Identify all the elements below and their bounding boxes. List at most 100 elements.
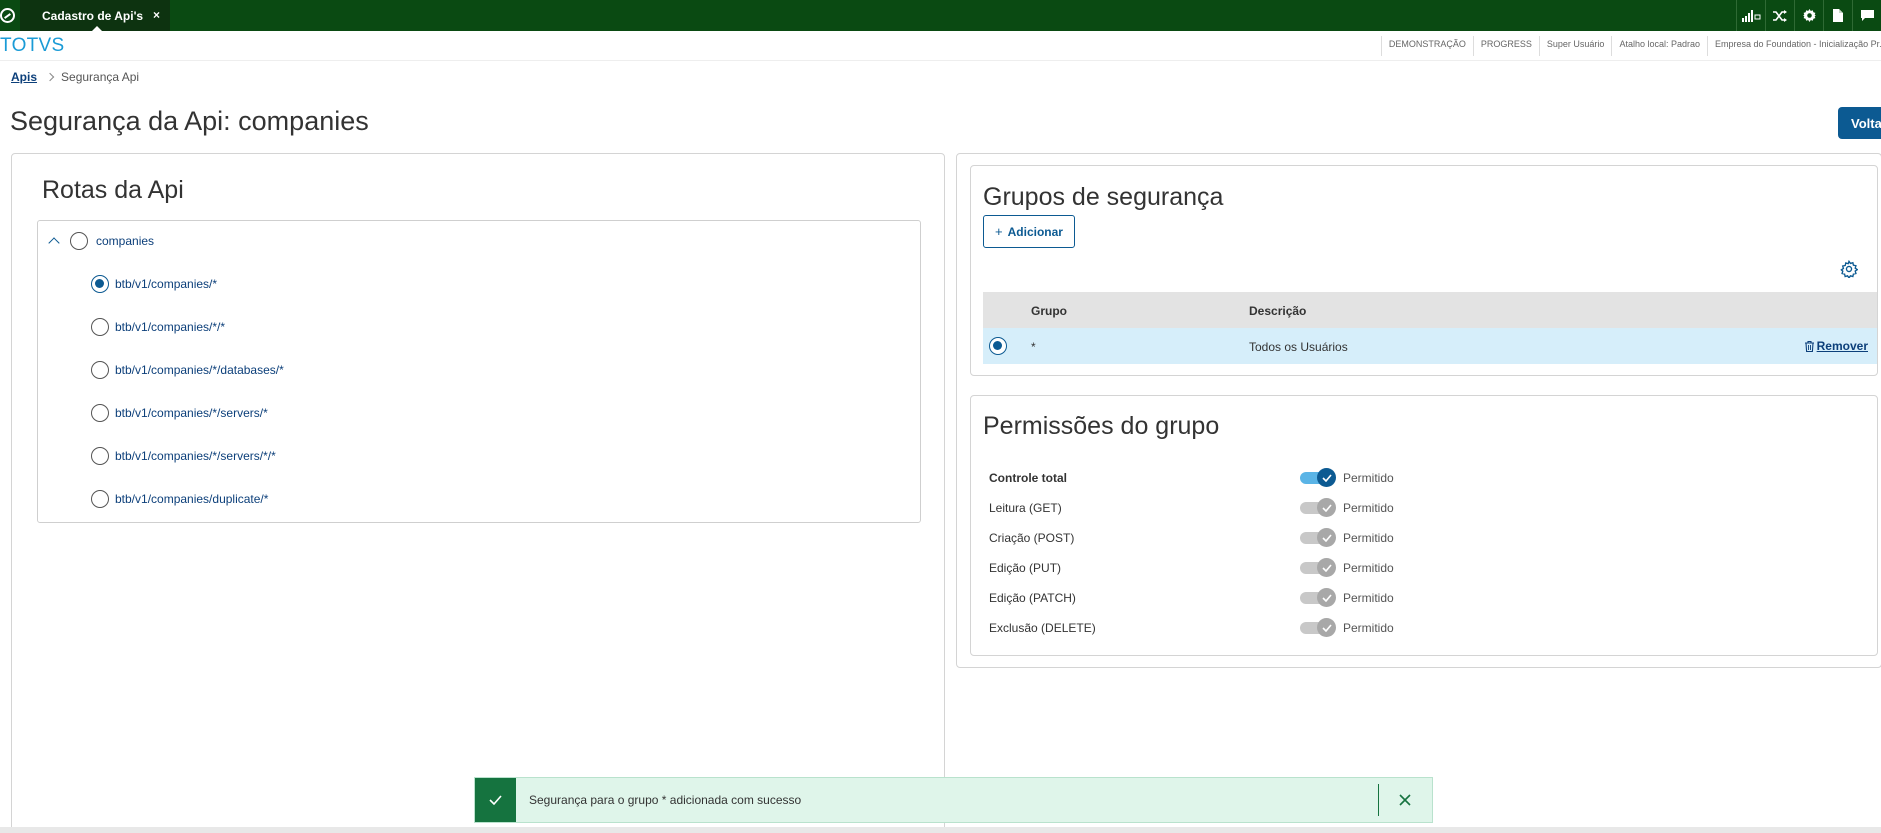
breadcrumb-link-apis[interactable]: Apis — [11, 70, 37, 84]
top-bar: Cadastro de Api's × — [0, 0, 1881, 31]
bottom-scrollbar[interactable] — [0, 827, 1881, 833]
success-check-icon — [475, 778, 516, 822]
tree-node-label[interactable]: companies — [96, 234, 154, 248]
check-icon — [1317, 468, 1336, 487]
permission-label: Edição (PATCH) — [989, 591, 1076, 605]
tab-label: Cadastro de Api's — [42, 9, 144, 23]
context-item-company[interactable]: Empresa do Foundation - Inicialização Pr… — [1707, 36, 1881, 56]
remove-label: Remover — [1816, 339, 1868, 353]
permission-toggle[interactable] — [1300, 558, 1336, 578]
permission-label: Exclusão (DELETE) — [989, 621, 1096, 635]
document-icon[interactable] — [1823, 0, 1852, 31]
permission-row-criacao: Criação (POST) Permitido — [989, 528, 1869, 548]
trash-icon — [1804, 340, 1814, 352]
column-header-grupo[interactable]: Grupo — [1031, 304, 1067, 318]
breadcrumb: Apis Segurança Api — [11, 70, 139, 84]
breadcrumb-chevron-icon — [45, 72, 55, 82]
route-label[interactable]: btb/v1/companies/duplicate/* — [115, 492, 268, 506]
routes-panel: Rotas da Api companies btb/v1/companies/… — [11, 153, 945, 833]
check-icon — [1317, 618, 1336, 637]
routes-title: Rotas da Api — [42, 176, 184, 204]
route-radio[interactable] — [91, 447, 109, 465]
permission-label: Leitura (GET) — [989, 501, 1062, 515]
gear-icon[interactable] — [1794, 0, 1823, 31]
permission-toggle[interactable] — [1300, 618, 1336, 638]
route-item[interactable]: btb/v1/companies/*/servers/* — [91, 403, 268, 423]
route-radio[interactable] — [91, 275, 109, 293]
row-select-radio[interactable] — [989, 337, 1007, 355]
chevron-up-icon[interactable] — [48, 237, 60, 249]
route-radio[interactable] — [91, 361, 109, 379]
page-title: Segurança da Api: companies — [10, 106, 369, 136]
route-label[interactable]: btb/v1/companies/* — [115, 277, 217, 291]
close-icon[interactable] — [1397, 792, 1413, 808]
groups-panel: Grupos de segurança + Adicionar Grupo De… — [970, 165, 1878, 376]
context-item-environment[interactable]: DEMONSTRAÇÃO — [1380, 36, 1473, 56]
header-divider — [0, 60, 1881, 61]
permission-status: Permitido — [1343, 531, 1394, 545]
permission-row-controle-total: Controle total Permitido — [989, 468, 1869, 488]
permission-label: Edição (PUT) — [989, 561, 1062, 575]
check-icon — [1317, 558, 1336, 577]
route-radio[interactable] — [91, 490, 109, 508]
permission-status: Permitido — [1343, 501, 1394, 515]
route-item[interactable]: btb/v1/companies/* — [91, 274, 217, 294]
permissions-title: Permissões do grupo — [983, 412, 1220, 440]
context-item-user[interactable]: Super Usuário — [1538, 36, 1612, 56]
permission-toggle[interactable] — [1300, 498, 1336, 518]
tree-node-companies: companies — [48, 231, 154, 251]
cell-grupo: * — [1031, 340, 1036, 354]
routes-tree: companies btb/v1/companies/* btb/v1/comp… — [37, 220, 921, 523]
permission-row-edicao-put: Edição (PUT) Permitido — [989, 558, 1869, 578]
permission-row-edicao-patch: Edição (PATCH) Permitido — [989, 588, 1869, 608]
tab-cadastro-apis[interactable]: Cadastro de Api's × — [20, 0, 170, 31]
app-logo-icon[interactable] — [0, 8, 15, 23]
tab-close-icon[interactable]: × — [153, 8, 160, 22]
check-icon — [1317, 528, 1336, 547]
permission-label: Controle total — [989, 471, 1067, 485]
route-item[interactable]: btb/v1/companies/*/* — [91, 317, 225, 337]
route-item[interactable]: btb/v1/companies/duplicate/* — [91, 489, 268, 509]
toast-divider — [1378, 784, 1379, 816]
check-icon — [1317, 588, 1336, 607]
groups-title: Grupos de segurança — [983, 183, 1224, 211]
route-radio-companies[interactable] — [70, 232, 88, 250]
signal-icon[interactable] — [1736, 0, 1765, 31]
permission-toggle[interactable] — [1300, 468, 1336, 488]
permission-row-exclusao: Exclusão (DELETE) Permitido — [989, 618, 1869, 638]
shuffle-icon[interactable] — [1765, 0, 1794, 31]
permission-status: Permitido — [1343, 591, 1394, 605]
add-group-label: Adicionar — [1007, 224, 1063, 239]
route-item[interactable]: btb/v1/companies/*/servers/*/* — [91, 446, 276, 466]
breadcrumb-current: Segurança Api — [61, 70, 140, 84]
chat-icon[interactable] — [1852, 0, 1881, 31]
permission-toggle[interactable] — [1300, 528, 1336, 548]
table-settings-gear-icon[interactable] — [1840, 259, 1859, 280]
table-row[interactable]: * Todos os Usuários Remover — [983, 328, 1877, 364]
route-label[interactable]: btb/v1/companies/*/databases/* — [115, 363, 284, 377]
route-radio[interactable] — [91, 404, 109, 422]
permission-row-leitura: Leitura (GET) Permitido — [989, 498, 1869, 518]
back-button[interactable]: Voltar — [1838, 107, 1881, 139]
permission-status: Permitido — [1343, 471, 1394, 485]
brand-logo: TOTVS — [0, 35, 65, 56]
route-radio[interactable] — [91, 318, 109, 336]
route-label[interactable]: btb/v1/companies/*/* — [115, 320, 225, 334]
permission-status: Permitido — [1343, 561, 1394, 575]
route-label[interactable]: btb/v1/companies/*/servers/* — [115, 406, 268, 420]
route-label[interactable]: btb/v1/companies/*/servers/*/* — [115, 449, 276, 463]
permission-label: Criação (POST) — [989, 531, 1075, 545]
permission-status: Permitido — [1343, 621, 1394, 635]
permissions-panel: Permissões do grupo Controle total Permi… — [970, 395, 1878, 656]
context-item-database[interactable]: PROGRESS — [1472, 36, 1539, 56]
context-item-shortcut[interactable]: Atalho local: Padrao — [1611, 36, 1707, 56]
column-header-descricao[interactable]: Descrição — [1249, 304, 1306, 318]
success-toast: Segurança para o grupo * adicionada com … — [474, 777, 1433, 823]
route-item[interactable]: btb/v1/companies/*/databases/* — [91, 360, 284, 380]
add-group-button[interactable]: + Adicionar — [983, 215, 1075, 248]
toast-message: Segurança para o grupo * adicionada com … — [529, 793, 802, 807]
cell-descricao: Todos os Usuários — [1249, 340, 1348, 354]
plus-icon: + — [995, 224, 1003, 239]
permission-toggle[interactable] — [1300, 588, 1336, 608]
remove-group-button[interactable]: Remover — [1804, 339, 1868, 353]
